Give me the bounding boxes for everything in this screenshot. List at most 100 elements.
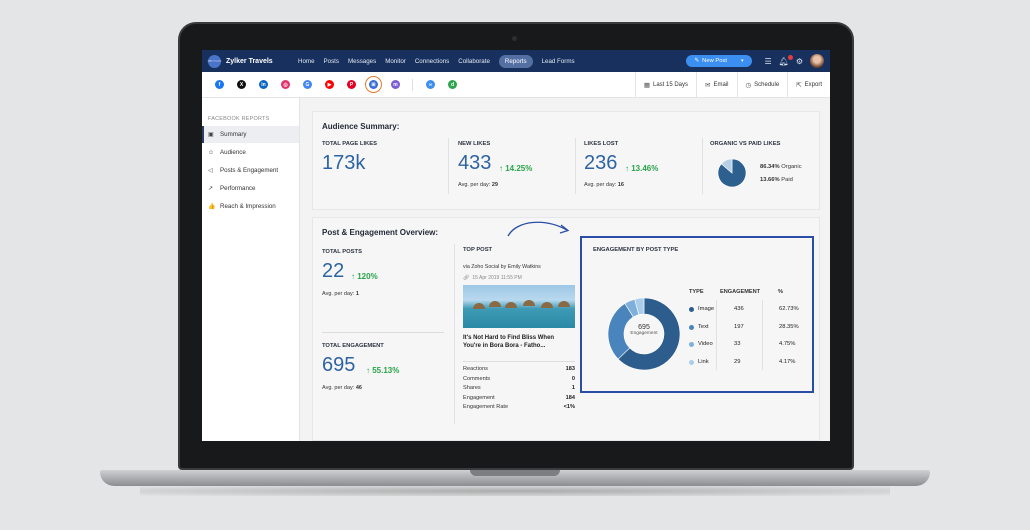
top-post-date: 🔗︎ 15 Apr 2019 11:55 PM xyxy=(463,275,522,281)
legend-dot xyxy=(689,307,694,312)
export-label: Export xyxy=(804,81,822,88)
nav-link-monitor[interactable]: Monitor xyxy=(385,58,406,65)
sidebar-item-audience[interactable]: ☺ Audience xyxy=(202,144,299,161)
percent-cell: 28.35% xyxy=(779,323,799,330)
total-engagement-value: 695 xyxy=(322,354,356,376)
facebook-icon[interactable]: f xyxy=(215,80,224,89)
total-engagement-avg-label: Avg. per day: xyxy=(322,385,355,391)
export-icon: ⇱ xyxy=(796,81,802,89)
link-icon[interactable]: ∞ xyxy=(426,80,435,89)
stat-label: Shares xyxy=(463,385,481,391)
stat-value: 184 xyxy=(565,394,575,401)
hut-shape xyxy=(523,300,535,306)
top-post-caption[interactable]: It's Not Hard to Find Bliss When You're … xyxy=(463,334,573,350)
bell-icon[interactable]: 🔔︎ xyxy=(779,54,793,66)
legend-dot xyxy=(689,359,694,365)
percent-cell: 4.75% xyxy=(779,341,796,347)
divider xyxy=(762,300,763,370)
audience-summary-card: Audience Summary: TOTAL PAGE LIKES 173k … xyxy=(312,111,820,210)
hut-shape xyxy=(489,301,501,307)
report-toolbar: ▦ Last 15 Days ✉ Email ◷ Schedule ⇱ Export xyxy=(634,72,830,97)
sidebar-item-label: Audience xyxy=(220,149,246,156)
nav-link-connections[interactable]: Connections xyxy=(415,58,449,65)
date-range-button[interactable]: ▦ Last 15 Days xyxy=(634,72,696,97)
donut-center: 695 Engagement xyxy=(622,324,666,336)
post-engagement-card: Post & Engagement Overview: TOTAL POSTS … xyxy=(312,217,820,441)
new-likes-label: NEW LIKES xyxy=(458,141,491,147)
hut-shape xyxy=(505,302,517,308)
stat-value: 0 xyxy=(571,375,575,382)
notification-dot xyxy=(787,54,793,60)
brand[interactable]: Zylker Travels Zylker Travels xyxy=(202,50,298,72)
new-likes-change: ↑ 14.25% xyxy=(499,164,533,173)
total-posts-change: ↑ 120% xyxy=(351,272,378,281)
total-engagement-change: ↑ 55.13% xyxy=(366,366,400,375)
hut-shape xyxy=(473,303,485,309)
nav-link-messages[interactable]: Messages xyxy=(348,58,376,65)
mail-icon: ✉ xyxy=(705,81,711,89)
donut-center-value: 695 xyxy=(638,324,650,331)
likes-lost-label: LIKES LOST xyxy=(584,141,619,147)
likes-lost-avg: Avg. per day: 16 xyxy=(584,182,624,188)
x-icon[interactable]: X xyxy=(237,80,246,89)
engagement-by-type-title: ENGAGEMENT BY POST TYPE xyxy=(593,247,679,253)
top-post-image[interactable] xyxy=(463,285,575,328)
nav-link-collaborate[interactable]: Collaborate xyxy=(458,58,490,65)
nav-actions: ✎ New Post ▾ ☰ 🔔︎ ⚙ xyxy=(686,50,824,72)
legend-dot xyxy=(689,342,694,347)
percent-cell: 62.73% xyxy=(779,306,799,312)
engagement-cell: 33 xyxy=(734,341,741,347)
pinterest-icon[interactable]: P xyxy=(347,80,356,89)
stat-value: 183 xyxy=(565,366,575,372)
likes-lost-avg-label: Avg. per day: xyxy=(584,182,617,188)
divider xyxy=(454,244,455,424)
microsoft-icon[interactable]: ⊞ xyxy=(365,76,382,93)
sidebar-item-reach-impression[interactable]: 👍 Reach & Impression xyxy=(202,198,299,215)
nav-link-reports[interactable]: Reports xyxy=(498,54,533,68)
audience-icon: ☺ xyxy=(208,149,215,156)
curved-arrow-annotation xyxy=(507,221,570,237)
hut-shape xyxy=(541,302,553,308)
total-engagement-avg-value: 46 xyxy=(355,385,362,391)
google-business-icon[interactable]: G xyxy=(303,80,312,89)
instagram-icon[interactable]: ◎ xyxy=(281,80,290,89)
email-label: Email xyxy=(713,81,729,88)
engagement-cell: 29 xyxy=(734,358,741,365)
sidebar-item-label: Reach & Impression xyxy=(220,203,276,210)
gear-icon[interactable]: ⚙ xyxy=(796,57,803,66)
youtube-icon[interactable]: ▶ xyxy=(325,80,334,89)
organic-vs-paid-pie xyxy=(717,158,747,188)
total-engagement-avg: Avg. per day: 46 xyxy=(322,385,362,391)
engagement-cell: 436 xyxy=(734,306,744,312)
sidebar-item-performance[interactable]: ↗ Performance xyxy=(202,180,299,197)
audience-summary-title: Audience Summary: xyxy=(322,122,400,131)
avatar[interactable] xyxy=(810,54,824,68)
sidebar-item-posts-engagement[interactable]: ◁ Posts & Engagement xyxy=(202,162,299,179)
megaphone-icon: ◁ xyxy=(208,168,213,174)
email-button[interactable]: ✉ Email xyxy=(696,72,736,97)
menu-icon[interactable]: ☰ xyxy=(765,57,772,66)
divider xyxy=(716,300,717,370)
divider xyxy=(448,138,449,194)
export-button[interactable]: ⇱ Export xyxy=(787,72,830,97)
sidebar-item-label: Summary xyxy=(220,131,247,138)
divider xyxy=(412,78,413,91)
social-network-bar: f Xin ◎ G ▶ P ⊞ m ∞ d ▦ Last 15 Days ✉ Email ◷ Sched… xyxy=(202,72,830,98)
tiktok-icon[interactable]: d xyxy=(448,80,457,89)
new-post-button[interactable]: ✎ New Post ▾ xyxy=(686,55,752,67)
new-post-label: New Post xyxy=(702,58,727,64)
organic-vs-paid-label: ORGANIC VS PAID LIKES xyxy=(710,141,781,147)
sidebar-item-summary[interactable]: ▣ Summary xyxy=(202,126,299,143)
nav-link-lead-forms[interactable]: Lead Forms xyxy=(542,58,575,65)
type-cell: Image xyxy=(698,306,715,312)
organic-legend: 86.34% Organic xyxy=(760,164,802,170)
divider xyxy=(322,332,444,333)
nav-link-posts[interactable]: Posts xyxy=(324,58,339,65)
schedule-button[interactable]: ◷ Schedule xyxy=(736,72,788,97)
legend-dot xyxy=(689,324,694,330)
linkedin-icon[interactable]: in xyxy=(259,80,268,89)
chevron-down-icon[interactable]: ▾ xyxy=(741,58,744,64)
nav-link-home[interactable]: Home xyxy=(298,58,315,65)
mastodon-icon[interactable]: m xyxy=(391,80,400,89)
stat-label: Comments xyxy=(463,375,491,382)
